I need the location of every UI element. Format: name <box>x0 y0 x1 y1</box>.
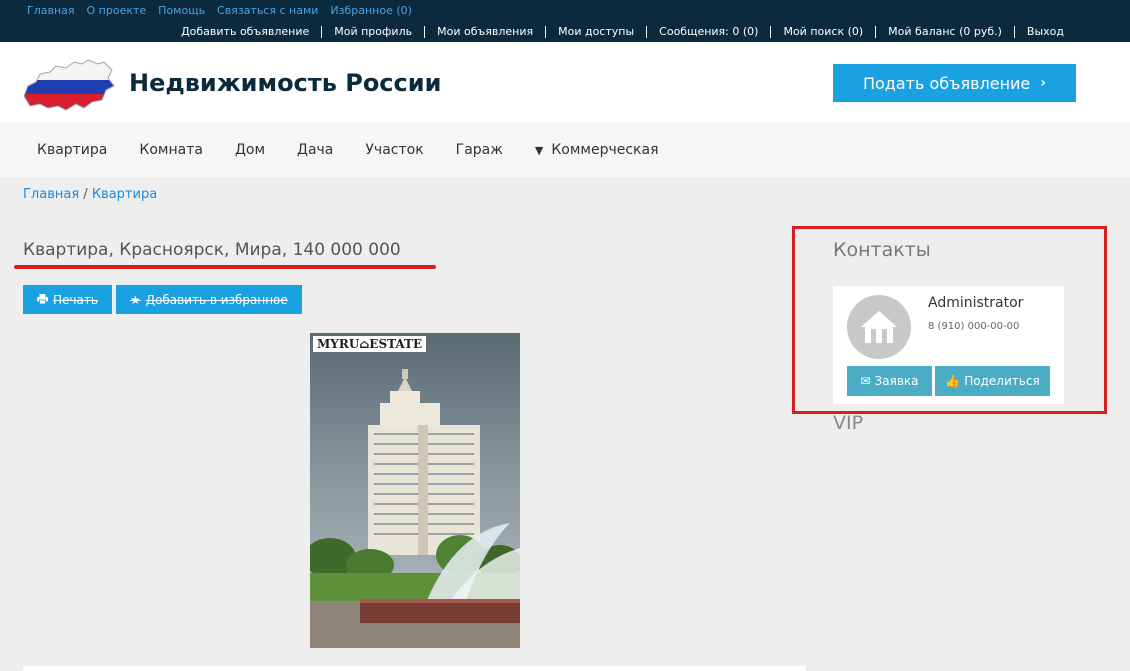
print-label: Печать <box>53 292 98 307</box>
user-menu-balance[interactable]: Мой баланс (0 руб.) <box>876 26 1015 38</box>
user-menu-my-listings[interactable]: Мои объявления <box>425 26 547 38</box>
nav-item-commercial[interactable]: ▼ Коммерческая <box>535 142 659 158</box>
top-link-contact[interactable]: Связаться с нами <box>217 4 318 17</box>
top-link-about[interactable]: О проекте <box>87 4 147 17</box>
breadcrumb-separator: / <box>79 187 92 202</box>
add-to-favorites-label: Добавить в избранное <box>145 292 288 307</box>
top-link-favorites[interactable]: Избранное (0) <box>330 4 412 17</box>
nav-item-commercial-label: Коммерческая <box>551 142 659 158</box>
vip-heading: VIP <box>833 412 864 434</box>
user-menu-search[interactable]: Мой поиск (0) <box>771 26 877 38</box>
submit-listing-button[interactable]: Подать объявление › <box>833 64 1076 102</box>
nav-item-room[interactable]: Комната <box>139 142 203 158</box>
title-underline-annotation <box>14 265 436 269</box>
add-to-favorites-button[interactable]: ★ Добавить в избранное <box>115 285 302 314</box>
nav-item-garage[interactable]: Гараж <box>456 142 503 158</box>
top-link-help[interactable]: Помощь <box>158 4 205 17</box>
description-panel <box>23 666 806 671</box>
listing-actions: Печать ★ Добавить в избранное <box>23 285 302 314</box>
category-nav: Квартира Комната Дом Дача Участок Гараж … <box>0 123 1130 177</box>
nav-item-house[interactable]: Дом <box>235 142 265 158</box>
chevron-down-icon: ▼ <box>534 143 544 157</box>
user-menu-add-listing[interactable]: Добавить объявление <box>169 26 323 38</box>
star-icon: ★ <box>129 292 141 307</box>
submit-listing-label: Подать объявление <box>862 73 1031 93</box>
print-button[interactable]: Печать <box>23 285 112 314</box>
user-menu-logout[interactable]: Выход <box>1015 26 1064 38</box>
top-links: Главная О проекте Помощь Связаться с нам… <box>27 4 412 17</box>
contacts-highlight-annotation <box>792 226 1107 414</box>
page-title: Квартира, Красноярск, Мира, 140 000 000 <box>23 240 401 260</box>
russia-flag-map-icon[interactable] <box>22 56 116 112</box>
nav-item-dacha[interactable]: Дача <box>297 142 333 158</box>
chevron-right-icon: › <box>1040 75 1047 91</box>
top-link-home[interactable]: Главная <box>27 4 75 17</box>
user-menu: Добавить объявление Мой профиль Мои объя… <box>169 26 1064 38</box>
nav-item-plot[interactable]: Участок <box>365 142 423 158</box>
nav-item-apartment[interactable]: Квартира <box>37 142 107 158</box>
watermark-logo: MYRU⌂ESTATE <box>313 336 427 352</box>
breadcrumb: Главная / Квартира <box>23 187 157 202</box>
breadcrumb-current[interactable]: Квартира <box>92 187 157 202</box>
breadcrumb-home[interactable]: Главная <box>23 187 79 202</box>
top-bar: Главная О проекте Помощь Связаться с нам… <box>0 0 1130 42</box>
user-menu-profile[interactable]: Мой профиль <box>322 26 426 38</box>
site-header: Недвижимость России Подать объявление › <box>0 42 1130 123</box>
user-menu-access[interactable]: Мои доступы <box>546 26 648 38</box>
user-menu-messages[interactable]: Сообщения: 0 (0) <box>647 26 772 38</box>
site-title[interactable]: Недвижимость России <box>129 69 441 97</box>
listing-photo[interactable]: MYRU⌂ESTATE <box>310 333 520 648</box>
printer-icon <box>37 293 48 307</box>
